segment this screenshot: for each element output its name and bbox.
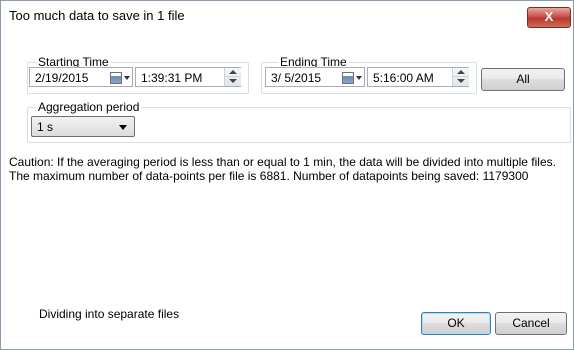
close-button[interactable]: X (527, 7, 571, 28)
spin-up-icon[interactable] (457, 70, 465, 74)
start-date-picker[interactable]: 2/19/2015 (29, 67, 133, 87)
title-bar: Too much data to save in 1 file X (1, 1, 573, 31)
close-icon: X (544, 9, 554, 24)
spin-down-icon[interactable] (229, 79, 237, 83)
chevron-down-icon[interactable] (356, 76, 362, 80)
caution-text: Caution: If the averaging period is less… (9, 155, 556, 183)
start-date-value: 2/19/2015 (35, 71, 89, 85)
aggregation-label: Aggregation period (36, 100, 142, 114)
start-time-spinner[interactable] (224, 68, 241, 86)
aggregation-value: 1 s (37, 120, 54, 134)
aggregation-select[interactable]: 1 s (31, 116, 135, 137)
spin-down-icon[interactable] (457, 79, 465, 83)
start-time-value: 1:39:31 PM (141, 71, 203, 85)
status-text: Dividing into separate files (39, 307, 180, 321)
end-date-picker[interactable]: 3/ 5/2015 (265, 67, 365, 87)
cancel-button[interactable]: Cancel (495, 312, 567, 335)
dialog-window: Too much data to save in 1 file X Starti… (0, 0, 574, 350)
all-button[interactable]: All (481, 68, 565, 91)
end-time-spinner[interactable] (452, 68, 469, 86)
window-title: Too much data to save in 1 file (9, 8, 185, 23)
ok-button[interactable]: OK (421, 312, 491, 335)
start-time-field[interactable]: 1:39:31 PM (135, 67, 241, 87)
spin-up-icon[interactable] (229, 70, 237, 74)
end-time-value: 5:16:00 AM (373, 71, 434, 85)
chevron-down-icon[interactable] (124, 76, 130, 80)
end-time-field[interactable]: 5:16:00 AM (367, 67, 469, 87)
end-date-value: 3/ 5/2015 (271, 71, 322, 85)
chevron-down-icon (119, 125, 127, 130)
calendar-icon[interactable] (342, 72, 354, 84)
calendar-icon[interactable] (110, 72, 122, 84)
